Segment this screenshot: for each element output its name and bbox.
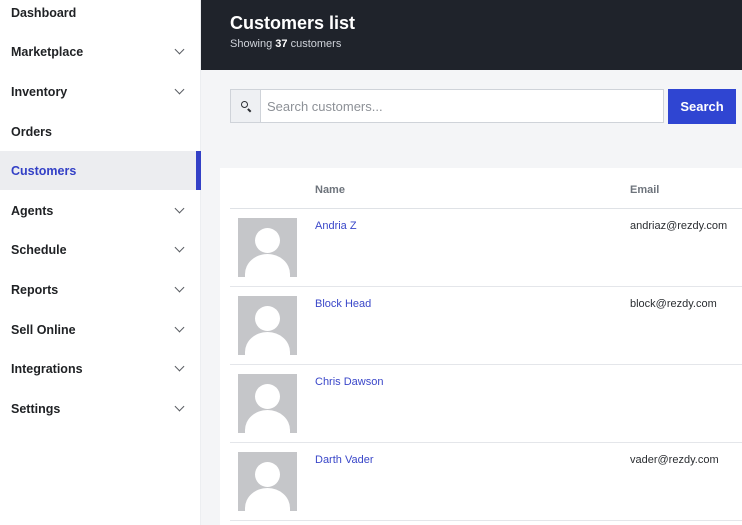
sidebar-item-schedule[interactable]: Schedule: [0, 230, 201, 269]
customers-table: Name Email Andria Z andriaz@rezdy.com Bl…: [220, 168, 742, 525]
chevron-down-icon: [174, 84, 185, 94]
sidebar-item-label: Dashboard: [11, 5, 77, 20]
sidebar-item-settings[interactable]: Settings: [0, 389, 201, 428]
sidebar-item-reports[interactable]: Reports: [0, 270, 201, 309]
customer-name-link[interactable]: Andria Z: [315, 220, 357, 232]
customer-count: 37: [275, 38, 288, 50]
search-button[interactable]: Search: [668, 89, 736, 124]
table-row: Chris Dawson: [230, 365, 742, 443]
sidebar: Dashboard Marketplace Inventory Orders C…: [0, 0, 201, 525]
chevron-down-icon: [174, 44, 185, 54]
sidebar-item-dashboard[interactable]: Dashboard: [0, 0, 201, 32]
subtitle-suffix: customers: [290, 38, 342, 50]
customer-email: block@rezdy.com: [630, 298, 717, 310]
customer-name-link[interactable]: Darth Vader: [315, 454, 374, 466]
table-row: Darth Vader vader@rezdy.com: [230, 443, 742, 521]
sidebar-item-label: Orders: [11, 124, 52, 139]
sidebar-item-label: Sell Online: [11, 322, 76, 337]
sidebar-item-label: Settings: [11, 401, 61, 416]
page-header: Customers list Showing 37 customers: [201, 0, 742, 70]
sidebar-item-inventory[interactable]: Inventory: [0, 72, 201, 111]
page-title: Customers list: [230, 13, 356, 33]
chevron-down-icon: [174, 282, 185, 292]
search-bar: [230, 89, 664, 123]
table-row: Block Head block@rezdy.com: [230, 287, 742, 365]
sidebar-item-label: Integrations: [11, 361, 83, 376]
sidebar-item-sell-online[interactable]: Sell Online: [0, 310, 201, 349]
sidebar-item-label: Agents: [11, 203, 54, 218]
sidebar-item-label: Marketplace: [11, 44, 84, 59]
search-icon: [240, 100, 252, 113]
chevron-down-icon: [174, 361, 185, 371]
chevron-down-icon: [174, 242, 185, 252]
avatar: [238, 218, 297, 277]
chevron-down-icon: [174, 203, 185, 213]
avatar: [238, 296, 297, 355]
sidebar-item-agents[interactable]: Agents: [0, 191, 201, 230]
chevron-down-icon: [174, 322, 185, 332]
avatar: [238, 374, 297, 433]
search-icon-box: [231, 90, 261, 122]
sidebar-item-label: Inventory: [11, 84, 68, 99]
sidebar-item-orders[interactable]: Orders: [0, 112, 201, 151]
sidebar-item-customers[interactable]: Customers: [0, 151, 201, 190]
sidebar-item-label: Customers: [11, 163, 77, 178]
customer-email: vader@rezdy.com: [630, 454, 719, 466]
sidebar-item-label: Schedule: [11, 242, 67, 257]
sidebar-item-marketplace[interactable]: Marketplace: [0, 32, 201, 71]
customer-name-link[interactable]: Block Head: [315, 298, 371, 310]
customer-name-link[interactable]: Chris Dawson: [315, 376, 383, 388]
chevron-down-icon: [174, 401, 185, 411]
sidebar-item-label: Reports: [11, 282, 59, 297]
avatar: [238, 452, 297, 511]
search-input[interactable]: [262, 90, 663, 122]
column-header-name: Name: [315, 184, 345, 196]
customer-email: andriaz@rezdy.com: [630, 220, 728, 232]
column-header-email: Email: [630, 184, 660, 196]
customer-count-text: Showing 37 customers: [230, 38, 341, 50]
subtitle-prefix: Showing: [230, 38, 273, 50]
table-row: Andria Z andriaz@rezdy.com: [230, 209, 742, 287]
sidebar-item-integrations[interactable]: Integrations: [0, 349, 201, 388]
